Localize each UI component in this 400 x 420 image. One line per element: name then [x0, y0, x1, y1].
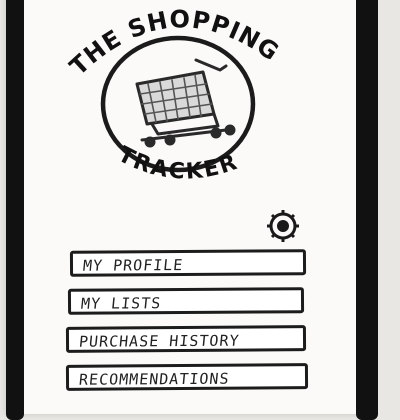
my-profile-button[interactable]: MY PROFILE	[69, 249, 307, 277]
phone-frame-left	[6, 0, 24, 420]
phone-frame-right	[356, 0, 378, 420]
gear-icon[interactable]	[260, 206, 306, 246]
purchase-history-button[interactable]: PURCHASE HISTORY	[65, 325, 307, 353]
app-title-top: THE SHOPPING	[64, 5, 284, 81]
app-title-bottom: TRACKER	[114, 142, 242, 184]
recommendations-button[interactable]: RECOMMENDATIONS	[65, 363, 309, 391]
purchase-history-label: PURCHASE HISTORY	[78, 331, 241, 351]
shopping-cart-icon	[135, 58, 236, 148]
my-profile-label: MY PROFILE	[82, 256, 185, 275]
recommendations-label: RECOMMENDATIONS	[78, 369, 231, 389]
my-lists-label: MY LISTS	[80, 294, 163, 313]
my-lists-button[interactable]: MY LISTS	[67, 287, 305, 315]
app-logo: THE SHOPPING TRACKER	[64, 5, 284, 184]
app-screen: THE SHOPPING TRACKER MY PROFILE MY LISTS…	[24, 0, 356, 400]
